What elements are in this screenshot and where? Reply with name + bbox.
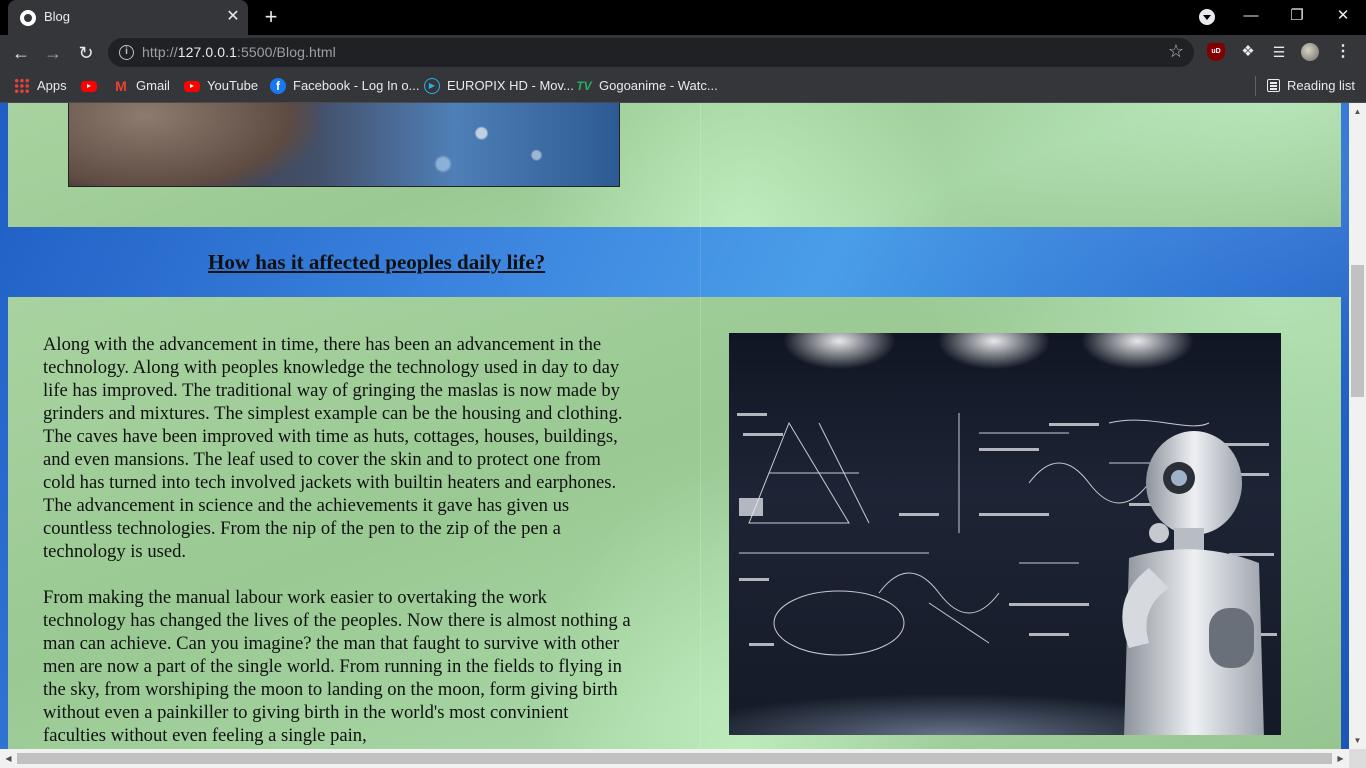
tab-strip: Blog ✕ + — ❐ ✕	[0, 0, 1366, 35]
bookmark-label: Gmail	[136, 78, 170, 93]
reading-list-label: Reading list	[1287, 78, 1355, 93]
scroll-up-arrow-icon[interactable]: ▲	[1349, 103, 1366, 120]
ublock-icon[interactable]: uD	[1207, 43, 1225, 61]
youtube-icon	[184, 81, 200, 93]
extensions-puzzle-icon[interactable]: ❖	[1239, 43, 1257, 61]
vertical-scrollbar[interactable]: ▲ ▼	[1349, 103, 1366, 749]
bookmark-star-icon[interactable]: ☆	[1168, 41, 1184, 62]
apps-grid-icon	[14, 77, 30, 94]
address-bar[interactable]: i http://127.0.0.1:5500/Blog.html ☆	[108, 38, 1194, 67]
page-viewport[interactable]: How has it affected peoples daily life? …	[0, 103, 1349, 749]
bookmark-apps[interactable]: Apps	[14, 77, 67, 95]
paragraph: From making the manual labour work easie…	[43, 587, 631, 746]
bookmark-youtube-shortcut[interactable]	[81, 77, 104, 95]
site-info-icon[interactable]: i	[119, 45, 134, 60]
bookmark-europix[interactable]: ▶ EUROPIX HD - Mov...	[424, 77, 574, 95]
europix-icon: ▶	[424, 77, 440, 94]
scrollbar-corner	[1349, 749, 1366, 768]
minimize-button[interactable]: —	[1237, 4, 1265, 28]
new-tab-button[interactable]: +	[259, 5, 283, 29]
bookmarks-separator	[1255, 76, 1256, 96]
reading-list-button[interactable]: Reading list	[1267, 77, 1355, 95]
url-host: 127.0.0.1	[177, 44, 238, 60]
close-tab-icon[interactable]: ✕	[223, 7, 243, 27]
previous-section-panel	[8, 103, 1341, 227]
scroll-down-arrow-icon[interactable]: ▼	[1349, 732, 1366, 749]
close-window-button[interactable]: ✕	[1329, 4, 1357, 28]
facebook-icon: f	[270, 77, 286, 94]
robot-figure	[1122, 431, 1264, 735]
panel-divider	[700, 103, 701, 227]
tab-title: Blog	[44, 9, 71, 24]
reading-list-icon	[1267, 79, 1280, 93]
bookmark-label: Apps	[37, 78, 67, 93]
tab-search-icon[interactable]	[1199, 9, 1215, 25]
bookmark-gmail[interactable]: M Gmail	[113, 77, 170, 95]
panel-divider	[700, 297, 701, 749]
bookmark-youtube[interactable]: YouTube	[184, 77, 258, 95]
horizontal-scroll-thumb[interactable]	[17, 753, 1332, 764]
hand-technology-image	[68, 103, 620, 187]
bookmark-label: Gogoanime - Watc...	[599, 78, 718, 93]
scroll-left-arrow-icon[interactable]: ◀	[0, 749, 17, 768]
reload-icon[interactable]: ↻	[73, 40, 99, 66]
bookmark-label: Facebook - Log In o...	[293, 78, 420, 93]
article-text: Along with the advancement in time, ther…	[43, 333, 633, 749]
url-text[interactable]: http://127.0.0.1:5500/Blog.html	[142, 44, 336, 60]
restore-button[interactable]: ❐	[1283, 4, 1311, 28]
browser-toolbar: ← → ↻ i http://127.0.0.1:5500/Blog.html …	[0, 35, 1366, 70]
vertical-scroll-thumb[interactable]	[1351, 265, 1364, 397]
url-path: :5500/Blog.html	[237, 44, 336, 60]
gmail-icon: M	[115, 77, 127, 94]
bookmark-label: EUROPIX HD - Mov...	[447, 78, 574, 93]
scroll-right-arrow-icon[interactable]: ▶	[1332, 749, 1349, 768]
back-arrow-icon[interactable]: ←	[8, 40, 34, 66]
bookmark-gogoanime[interactable]: TV Gogoanime - Watc...	[576, 77, 718, 95]
daily-life-section-panel: Along with the advancement in time, ther…	[8, 297, 1341, 749]
ai-robot-chalkboard-image	[729, 333, 1281, 735]
profile-avatar[interactable]	[1301, 43, 1319, 61]
horizontal-scrollbar[interactable]: ◀ ▶	[0, 749, 1349, 768]
youtube-icon	[81, 81, 97, 93]
forward-arrow-icon[interactable]: →	[40, 40, 66, 66]
kebab-menu-icon[interactable]: ⋮	[1334, 43, 1352, 61]
url-scheme: http://	[142, 44, 178, 60]
media-control-icon[interactable]: ☰	[1270, 43, 1288, 61]
section-heading: How has it affected peoples daily life?	[208, 250, 546, 274]
gogoanime-icon: TV	[576, 78, 592, 93]
bookmark-facebook[interactable]: f Facebook - Log In o...	[270, 77, 419, 95]
bookmarks-bar: Apps M Gmail YouTube f Facebook - Log In o…	[0, 70, 1366, 103]
paragraph: Along with the advancement in time, ther…	[43, 334, 623, 562]
bookmark-label: YouTube	[207, 78, 259, 93]
globe-icon	[20, 10, 36, 26]
tab-blog[interactable]: Blog ✕	[8, 0, 248, 35]
